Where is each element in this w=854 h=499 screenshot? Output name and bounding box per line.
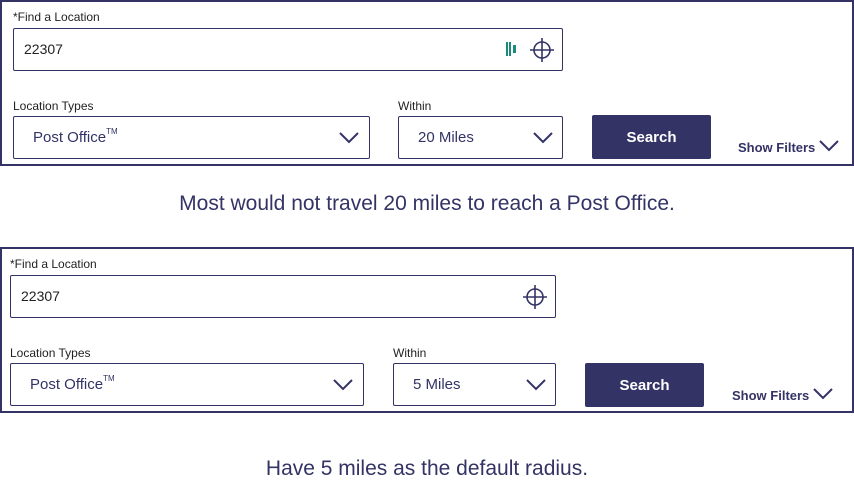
caption-before: Most would not travel 20 miles to reach …	[179, 192, 675, 215]
location-search-panel-after: *Find a Location 22307 Location Types Po…	[0, 247, 854, 413]
within-value: 20 Miles	[418, 129, 474, 146]
chevron-down-icon	[339, 131, 359, 149]
search-button[interactable]: Search	[585, 363, 704, 407]
show-filters-toggle[interactable]: Show Filters	[738, 140, 840, 155]
location-type-value: Post OfficeTM	[33, 127, 118, 146]
location-types-select[interactable]: Post OfficeTM	[10, 363, 364, 406]
chevron-down-icon	[533, 131, 553, 149]
trademark-mark: TM	[103, 374, 115, 383]
chevron-down-icon	[813, 388, 834, 403]
location-input-value: 22307	[21, 288, 60, 304]
location-input[interactable]: 22307	[13, 28, 563, 71]
location-type-value: Post OfficeTM	[30, 374, 115, 393]
location-input-value: 22307	[24, 41, 63, 57]
within-value: 5 Miles	[413, 376, 461, 393]
location-types-select[interactable]: Post OfficeTM	[13, 116, 370, 159]
chevron-down-icon	[819, 140, 840, 155]
within-label: Within	[398, 99, 432, 113]
caption-after: Have 5 miles as the default radius.	[265, 457, 589, 480]
show-filters-label: Show Filters	[738, 140, 816, 155]
chevron-down-icon	[333, 378, 353, 396]
trademark-mark: TM	[106, 127, 118, 136]
search-button[interactable]: Search	[592, 115, 711, 159]
location-search-panel-before: *Find a Location 22307 Location Types Po…	[0, 0, 854, 166]
chevron-down-icon	[526, 378, 546, 396]
show-filters-label: Show Filters	[732, 388, 810, 403]
show-filters-toggle[interactable]: Show Filters	[732, 388, 834, 403]
location-input[interactable]: 22307	[10, 275, 556, 318]
within-select[interactable]: 20 Miles	[398, 116, 563, 159]
crosshair-icon[interactable]	[530, 38, 554, 67]
find-location-label: *Find a Location	[10, 257, 97, 271]
location-types-label: Location Types	[10, 346, 91, 360]
barcode-icon[interactable]	[506, 41, 518, 62]
within-select[interactable]: 5 Miles	[393, 363, 556, 406]
crosshair-icon[interactable]	[523, 285, 547, 314]
within-label: Within	[393, 346, 427, 360]
find-location-label: *Find a Location	[13, 10, 100, 24]
location-types-label: Location Types	[13, 99, 94, 113]
